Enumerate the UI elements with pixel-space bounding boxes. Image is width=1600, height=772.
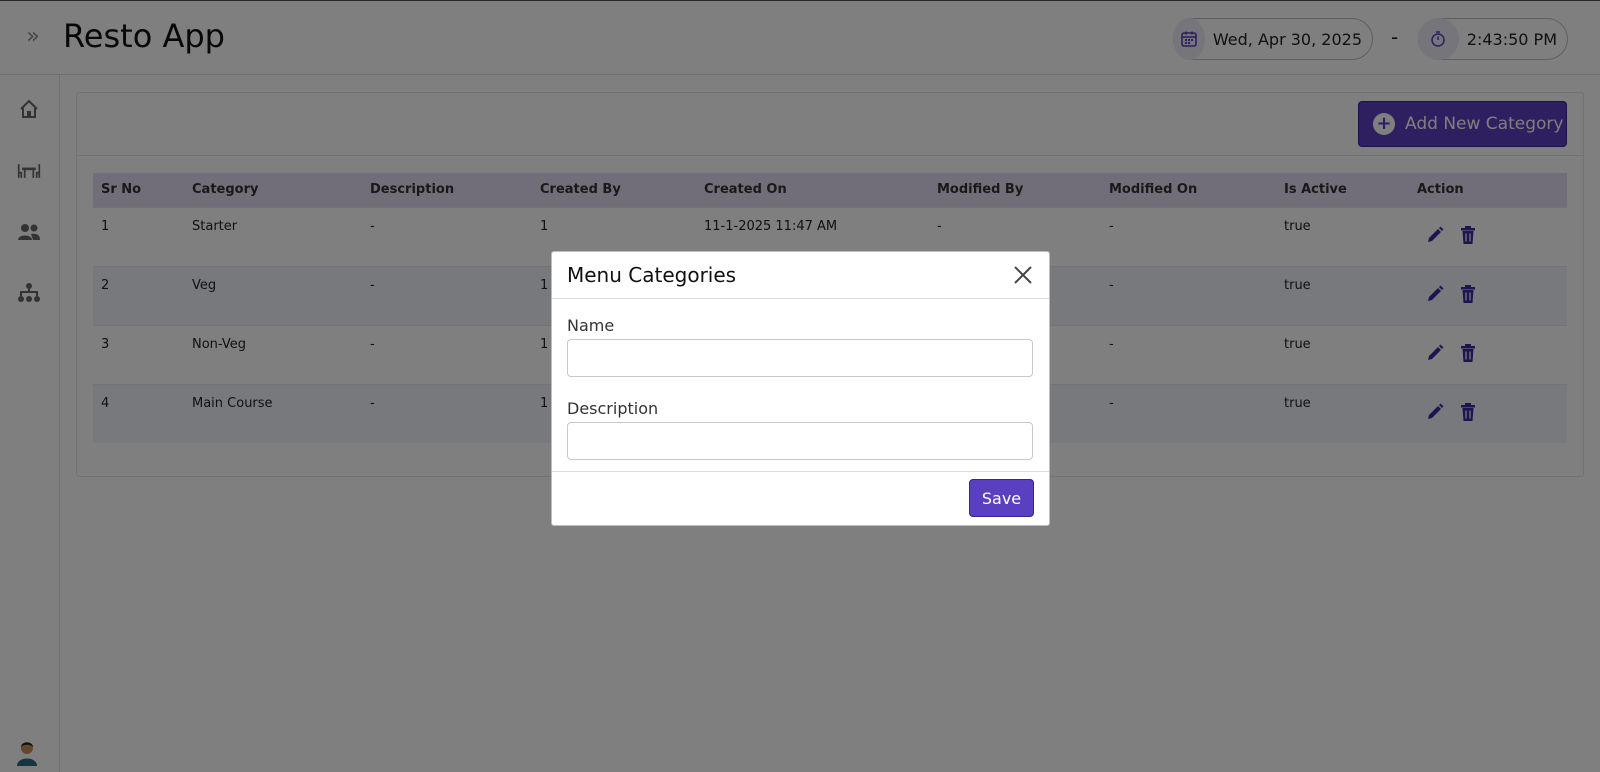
menu-categories-modal: Menu Categories Name Description Save xyxy=(551,251,1050,526)
description-label: Description xyxy=(567,399,659,418)
close-icon[interactable] xyxy=(1011,263,1035,287)
name-input[interactable] xyxy=(567,339,1033,377)
modal-title: Menu Categories xyxy=(567,263,737,287)
name-label: Name xyxy=(567,316,615,335)
modal-body: Name Description xyxy=(552,299,1049,472)
description-input[interactable] xyxy=(567,422,1033,460)
save-button[interactable]: Save xyxy=(969,479,1034,517)
modal-header: Menu Categories xyxy=(552,252,1049,299)
